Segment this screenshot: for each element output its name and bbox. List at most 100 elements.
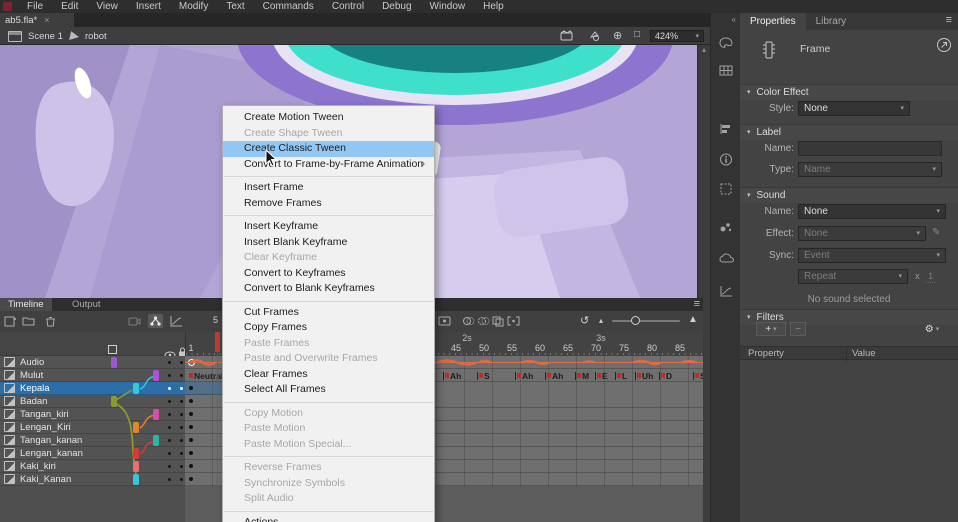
document-tab[interactable]: ab5.fla* × [0,13,74,27]
section-color-effect[interactable]: ▾Color Effect [740,84,958,100]
fill-color-icon[interactable] [588,30,602,41]
label-name-input[interactable] [798,141,942,156]
brush-particles-icon[interactable] [719,221,733,233]
timeline-zoom-slider-track[interactable] [612,320,680,322]
camera-layer-icon[interactable] [128,315,141,327]
menu-control[interactable]: Control [323,0,373,13]
section-triangle-icon: ▾ [747,188,751,203]
align-icon[interactable] [719,123,733,135]
menu-edit[interactable]: Edit [52,0,87,13]
section-sound[interactable]: ▾Sound [740,187,958,203]
publish-settings-icon[interactable] [936,37,952,58]
menu-item-copy-frames[interactable]: Copy Frames [223,320,434,336]
new-layer-icon[interactable] [4,315,17,327]
menu-item-select-all-frames[interactable]: Select All Frames [223,382,434,398]
timeline-menu-icon[interactable]: ≡ [694,298,700,310]
menu-view[interactable]: View [87,0,127,13]
stage-zoom-select[interactable]: 424% ▾ [650,30,704,42]
layer-name: Badan [20,396,47,407]
menu-item-convert-to-keyframes[interactable]: Convert to Keyframes [223,266,434,282]
layer-name: Tangan_kiri [20,409,69,420]
menu-item-convert-to-blank-keyframes[interactable]: Convert to Blank Keyframes [223,281,434,297]
reset-timeline-zoom-icon[interactable]: ↺ [580,314,589,327]
gear-icon: ⚙ [925,324,934,335]
menu-text[interactable]: Text [217,0,253,13]
tab-properties[interactable]: Properties [740,13,806,30]
menu-window[interactable]: Window [421,0,475,13]
tab-timeline[interactable]: Timeline [0,298,52,311]
document-tab-title: ab5.fla* [5,15,37,26]
menu-debug[interactable]: Debug [373,0,420,13]
sound-effect-select: None ▾ [798,226,926,241]
frame-tick [693,372,694,380]
timeline-zoom-out-icon[interactable]: ▴ [599,316,603,325]
menu-item-clear-frames[interactable]: Clear Frames [223,367,434,383]
edit-multiple-frames-icon[interactable] [492,315,505,327]
menu-item-insert-keyframe[interactable]: Insert Keyframe [223,219,434,235]
pencil-icon[interactable]: ✎ [932,227,940,238]
menu-item-insert-blank-keyframe[interactable]: Insert Blank Keyframe [223,235,434,251]
add-filter-button[interactable]: + ▾ [756,322,786,336]
menu-item-label: Cut Frames [244,306,299,318]
sound-name-value: None [804,205,828,218]
timeline-zoom-in-icon[interactable]: ▲ [688,314,698,325]
section-label[interactable]: ▾Label [740,124,958,140]
property-column-header: Property [748,347,784,361]
color-palette-icon[interactable] [719,37,733,49]
sound-sync-label: Sync: [740,248,794,263]
breadcrumb-scene[interactable]: Scene 1 [8,27,63,45]
collapse-dock-icon[interactable]: « [711,13,740,24]
center-stage-icon[interactable]: ⊕ [613,29,627,40]
menu-file[interactable]: File [18,0,52,13]
menu-item-create-motion-tween[interactable]: Create Motion Tween [223,110,434,126]
stage-scrollbar[interactable]: ▴ [697,45,710,298]
menu-modify[interactable]: Modify [170,0,217,13]
scene-icon [8,31,22,42]
camera-icon[interactable] [560,30,574,41]
menu-insert[interactable]: Insert [127,0,170,13]
layer-list-empty-area [0,486,185,522]
onion-skin-icon[interactable] [462,315,475,327]
delete-layer-icon[interactable] [44,315,57,327]
playhead[interactable] [215,332,220,352]
layer-icon [4,422,15,432]
panel-menu-icon[interactable]: ≡ [946,14,952,26]
sound-name-select[interactable]: None ▾ [798,204,946,219]
show-parenting-view-icon[interactable] [148,314,163,328]
section-triangle-icon: ▾ [747,310,751,325]
breadcrumb-symbol[interactable]: robot [70,27,107,45]
menu-item-create-classic-tween[interactable]: Create Classic Tween [223,141,434,157]
swatches-icon[interactable] [719,65,733,77]
transform-icon[interactable] [719,183,733,195]
new-folder-icon[interactable] [22,315,35,327]
menu-item-cut-frames[interactable]: Cut Frames [223,305,434,321]
outline-color-icon[interactable] [108,345,117,354]
remove-filter-button[interactable]: − [790,322,806,336]
menu-item-insert-frame[interactable]: Insert Frame [223,180,434,196]
close-icon[interactable]: × [44,15,49,25]
tab-library[interactable]: Library [806,13,857,30]
timeline-zoom-slider-knob[interactable] [631,316,640,325]
center-frame-icon[interactable] [438,315,451,327]
chevron-down-icon: ▾ [900,105,904,112]
menu-item-actions[interactable]: Actions [223,515,434,522]
clip-content-icon[interactable]: □ [634,29,648,40]
layer-icon [4,461,15,471]
sound-sync-value: Event [804,249,830,262]
creative-cloud-icon[interactable] [719,253,733,265]
menu-help[interactable]: Help [474,0,513,13]
onion-skin-outline-icon[interactable] [477,315,490,327]
scroll-up-icon[interactable]: ▴ [702,45,706,54]
menu-item-convert-to-frame-by-frame[interactable]: Convert to Frame-by-Frame Animation› [223,157,434,173]
graph-editor-icon[interactable] [170,315,183,327]
info-icon[interactable] [719,153,733,165]
filter-options-button[interactable]: ⚙ ▾ [918,322,946,336]
tab-output[interactable]: Output [64,298,109,311]
style-select[interactable]: None ▾ [798,101,910,116]
modify-markers-icon[interactable] [507,315,520,327]
style-label: Style: [740,101,794,116]
menu-item-remove-frames[interactable]: Remove Frames [223,196,434,212]
motion-editor-icon[interactable] [719,285,733,297]
chevron-down-icon: ▾ [773,326,777,333]
menu-commands[interactable]: Commands [254,0,323,13]
